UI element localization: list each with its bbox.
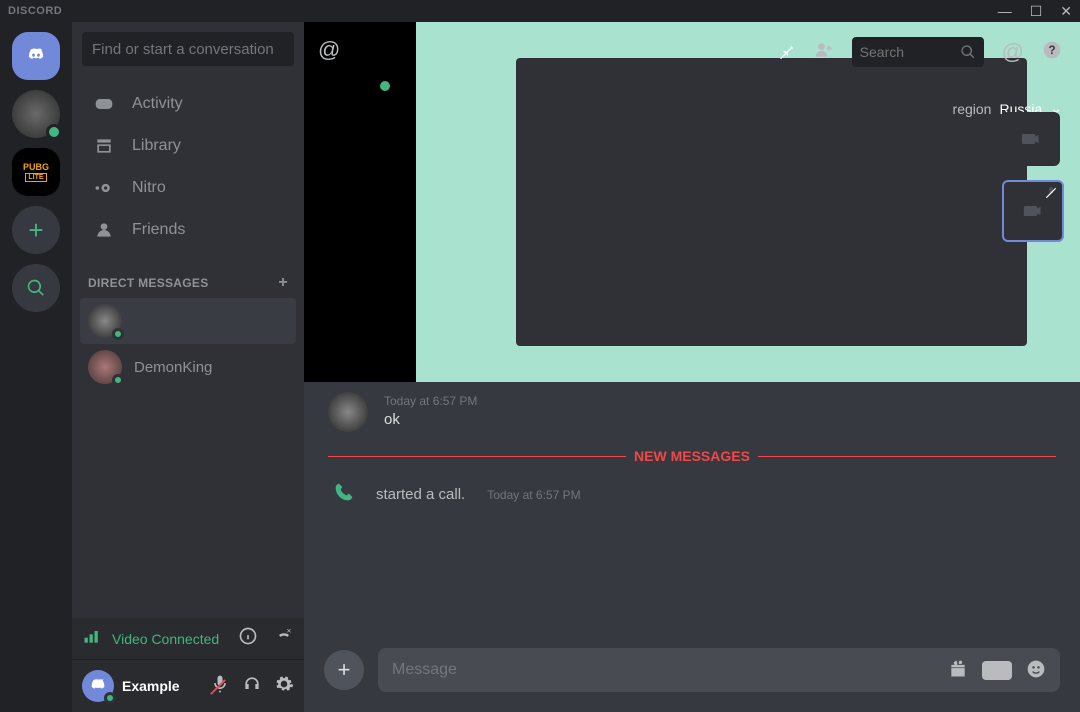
message-text: ok: [384, 411, 477, 428]
server-item-1[interactable]: [12, 90, 60, 138]
search-icon: [960, 44, 976, 60]
disconnect-icon[interactable]: ×: [274, 626, 294, 651]
settings-button[interactable]: [274, 674, 294, 699]
deafen-button[interactable]: [242, 674, 262, 699]
nav-library[interactable]: Library: [80, 126, 296, 166]
attach-button[interactable]: +: [324, 650, 364, 690]
gif-button[interactable]: GIF: [982, 661, 1012, 680]
camera-icon: [1021, 129, 1041, 149]
discord-icon: [26, 46, 46, 66]
emoji-icon[interactable]: [1026, 659, 1046, 682]
add-friend-icon[interactable]: [814, 40, 834, 65]
conversation-search-input[interactable]: [82, 32, 294, 66]
chat-area: @ @ ? region Russia ⌄: [304, 22, 1080, 712]
minimize-button[interactable]: —: [998, 4, 1012, 18]
online-dot: [380, 81, 390, 91]
avatar[interactable]: [328, 392, 368, 432]
new-dm-button[interactable]: +: [278, 274, 288, 292]
dm-item-2[interactable]: DemonKing: [80, 344, 296, 390]
participant-tile-1[interactable]: [1002, 112, 1060, 166]
avatar: [88, 304, 122, 338]
dm-sidebar: Activity Library Nitro Friends DIRECT ME…: [72, 22, 304, 712]
pin-icon[interactable]: [776, 40, 796, 65]
message-input[interactable]: [392, 661, 934, 679]
mute-button[interactable]: [210, 674, 230, 699]
close-button[interactable]: ✕: [1060, 4, 1072, 18]
online-dot: [104, 692, 116, 704]
composer-row: + GIF: [304, 648, 1080, 712]
message-item: Today at 6:57 PM ok: [328, 392, 1056, 432]
titlebar: DISCORD — ☐ ✕: [0, 0, 1080, 22]
dm-header: DIRECT MESSAGES +: [72, 258, 304, 298]
overlay-search-input[interactable]: [860, 44, 960, 60]
message-timestamp: Today at 6:57 PM: [384, 394, 477, 408]
app-name: DISCORD: [8, 5, 62, 17]
call-timestamp: Today at 6:57 PM: [487, 488, 580, 502]
phone-icon: [334, 482, 354, 507]
online-dot: [46, 124, 62, 140]
voice-status-panel: Video Connected ×: [72, 618, 304, 660]
mic-muted-icon: [1044, 186, 1058, 205]
svg-text:?: ?: [1048, 44, 1055, 57]
info-icon[interactable]: [238, 626, 258, 651]
avatar: [88, 350, 122, 384]
discord-icon: [89, 677, 107, 695]
overlay-search[interactable]: [852, 37, 984, 67]
signal-icon: [82, 626, 102, 651]
nav-nitro[interactable]: Nitro: [80, 168, 296, 208]
self-avatar[interactable]: [82, 670, 114, 702]
server-list: PUBG LITE +: [0, 22, 72, 712]
nav-friends[interactable]: Friends: [80, 210, 296, 250]
svg-text:×: ×: [287, 626, 292, 636]
call-text: started a call.: [376, 486, 465, 503]
camera-icon: [1023, 201, 1043, 221]
screen-share-view[interactable]: [416, 22, 1080, 382]
participant-tile-self[interactable]: [1002, 180, 1064, 242]
maximize-button[interactable]: ☐: [1030, 4, 1043, 18]
gift-icon[interactable]: [948, 659, 968, 682]
add-server-button[interactable]: +: [12, 206, 60, 254]
online-dot: [112, 328, 124, 340]
user-panel: Example: [72, 660, 304, 712]
help-icon[interactable]: ?: [1042, 40, 1062, 65]
home-server[interactable]: [12, 32, 60, 80]
search-icon: [26, 278, 46, 298]
nitro-icon: [92, 178, 116, 198]
video-call-overlay: @ @ ? region Russia ⌄: [304, 22, 1080, 382]
online-dot: [112, 374, 124, 386]
mention-icon[interactable]: @: [318, 37, 340, 63]
new-messages-divider: NEW MESSAGES: [328, 448, 1056, 464]
library-icon: [92, 136, 116, 156]
mentions-icon[interactable]: @: [1002, 39, 1024, 65]
voice-status-label: Video Connected: [112, 631, 222, 647]
nav-activity[interactable]: Activity: [80, 84, 296, 124]
controller-icon: [92, 94, 116, 114]
message-input-wrap: GIF: [378, 648, 1060, 692]
explore-server-button[interactable]: [12, 264, 60, 312]
window-controls: — ☐ ✕: [998, 4, 1072, 18]
friends-icon: [92, 220, 116, 240]
call-started-row: started a call. Today at 6:57 PM: [328, 482, 1056, 507]
server-pubg[interactable]: PUBG LITE: [12, 148, 60, 196]
dm-item-1[interactable]: [80, 298, 296, 344]
self-username: Example: [122, 678, 180, 694]
